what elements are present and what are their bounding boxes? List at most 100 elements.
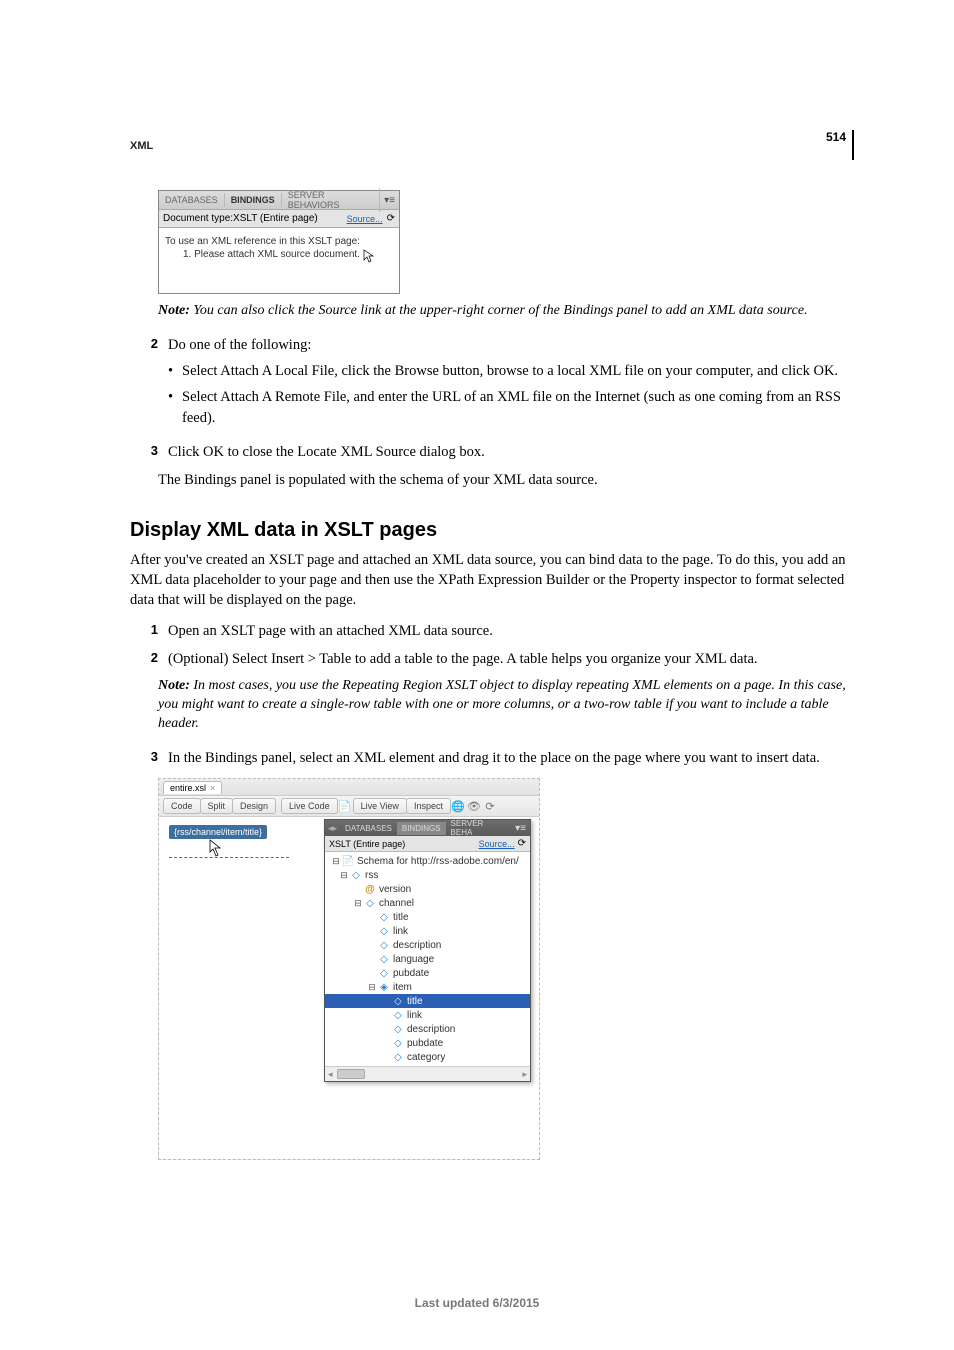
- doc-type-label: Document type:XSLT (Entire page): [163, 213, 318, 224]
- live-view-button[interactable]: Live View: [353, 798, 407, 814]
- step-text: (Optional) Select Insert > Table to add …: [168, 649, 854, 669]
- tab-server-behaviors[interactable]: SERVER BEHA: [446, 817, 512, 839]
- source-link[interactable]: Source...: [479, 839, 515, 849]
- step-number: 2: [130, 649, 168, 669]
- note-label: Note:: [158, 678, 190, 693]
- element-icon: ◇: [349, 870, 363, 881]
- tree-node[interactable]: description: [405, 1024, 455, 1035]
- element-icon: ◇: [377, 954, 391, 965]
- tree-node[interactable]: version: [377, 884, 411, 895]
- refresh-icon[interactable]: ⟳: [482, 799, 498, 813]
- schema-file-icon: 📄: [341, 856, 355, 867]
- doc-type-label: XSLT (Entire page): [329, 839, 405, 849]
- note-text: In most cases, you use the Repeating Reg…: [158, 678, 846, 731]
- tree-collapse-icon[interactable]: ⊟: [331, 856, 341, 867]
- tree-node[interactable]: rss: [363, 870, 378, 881]
- element-icon: ◇: [391, 1010, 405, 1021]
- page-number: 514: [826, 130, 854, 160]
- element-icon: ◇: [391, 996, 405, 1007]
- panel-menu-icon[interactable]: ▾≡: [511, 823, 530, 834]
- tree-node[interactable]: link: [391, 926, 408, 937]
- schema-root-label: Schema for http://rss-adobe.com/en/: [355, 856, 519, 867]
- panel-collapse-icon[interactable]: ◂▸: [325, 823, 340, 834]
- live-code-icon[interactable]: 📄: [337, 799, 353, 813]
- scroll-right-icon[interactable]: ▸: [522, 1069, 527, 1080]
- step-followup: The Bindings panel is populated with the…: [158, 470, 854, 490]
- step-number: 3: [130, 748, 168, 768]
- tab-bindings[interactable]: BINDINGS: [397, 822, 446, 835]
- step-text: Do one of the following:: [168, 337, 311, 353]
- tree-node[interactable]: pubdate: [405, 1038, 443, 1049]
- close-icon[interactable]: ×: [210, 783, 215, 793]
- horizontal-scrollbar[interactable]: ◂ ▸: [325, 1066, 530, 1081]
- editor-with-bindings: entire.xsl × Code Split Design Live Code…: [158, 778, 540, 1160]
- step-text: Open an XSLT page with an attached XML d…: [168, 621, 854, 641]
- tree-node[interactable]: title: [391, 912, 409, 923]
- scroll-thumb[interactable]: [337, 1069, 365, 1079]
- instruction-line-1: To use an XML reference in this XSLT pag…: [165, 236, 393, 247]
- chapter-label: XML: [130, 140, 153, 152]
- tab-server-behaviors[interactable]: SERVER BEHAVIORS: [282, 188, 380, 212]
- bindings-panel-small: DATABASES BINDINGS SERVER BEHAVIORS ▾≡ D…: [158, 190, 400, 294]
- cursor-icon: [363, 249, 375, 263]
- design-canvas[interactable]: {rss/channel/item/title} ◂▸ DATABASES BI…: [159, 817, 539, 1159]
- step-text: In the Bindings panel, select an XML ele…: [168, 748, 854, 768]
- file-tab[interactable]: entire.xsl ×: [163, 781, 222, 794]
- scroll-left-icon[interactable]: ◂: [328, 1069, 333, 1080]
- element-icon: ◇: [377, 968, 391, 979]
- view-code-button[interactable]: Code: [163, 798, 201, 814]
- refresh-icon[interactable]: ⟳: [518, 838, 526, 849]
- repeating-element-icon: ◈: [377, 982, 391, 993]
- source-link[interactable]: Source...: [347, 214, 383, 224]
- tree-collapse-icon[interactable]: ⊟: [353, 898, 363, 909]
- refresh-icon[interactable]: ⟳: [387, 213, 395, 224]
- tree-node[interactable]: category: [405, 1052, 445, 1063]
- tab-bindings[interactable]: BINDINGS: [225, 193, 282, 207]
- tab-databases[interactable]: DATABASES: [159, 193, 225, 207]
- tree-node[interactable]: link: [405, 1010, 422, 1021]
- step-text: Click OK to close the Locate XML Source …: [168, 442, 854, 462]
- element-icon: ◇: [391, 1038, 405, 1049]
- guide-line: [169, 857, 289, 859]
- tree-node[interactable]: pubdate: [391, 968, 429, 979]
- tree-node[interactable]: description: [391, 940, 441, 951]
- tree-node-selected[interactable]: ◇title: [325, 994, 530, 1008]
- panel-menu-icon[interactable]: ▾≡: [380, 195, 399, 206]
- bullet-item: Select Attach A Remote File, and enter t…: [168, 387, 854, 428]
- element-icon: ◇: [363, 898, 377, 909]
- section-heading: Display XML data in XSLT pages: [130, 519, 854, 542]
- element-icon: ◇: [377, 940, 391, 951]
- tree-node[interactable]: language: [391, 954, 434, 965]
- view-design-button[interactable]: Design: [232, 798, 276, 814]
- tree-collapse-icon[interactable]: ⊟: [367, 982, 377, 993]
- bindings-panel: ◂▸ DATABASES BINDINGS SERVER BEHA ▾≡ XSL…: [324, 819, 531, 1082]
- tree-node[interactable]: channel: [377, 898, 414, 909]
- step-number: 2: [130, 335, 168, 434]
- file-tab-label: entire.xsl: [170, 783, 206, 793]
- xml-placeholder-chip[interactable]: {rss/channel/item/title}: [169, 825, 267, 839]
- globe-icon[interactable]: 🌐: [450, 799, 466, 813]
- view-split-button[interactable]: Split: [200, 798, 234, 814]
- tree-node[interactable]: author: [405, 1066, 435, 1067]
- preview-icon[interactable]: 👁: [466, 799, 482, 813]
- step-number: 3: [130, 442, 168, 462]
- attribute-icon: @: [363, 884, 377, 895]
- element-icon: ◇: [377, 926, 391, 937]
- bullet-item: Select Attach A Local File, click the Br…: [168, 361, 854, 381]
- live-code-button[interactable]: Live Code: [281, 798, 338, 814]
- tree-node[interactable]: item: [391, 982, 412, 993]
- step-number: 1: [130, 621, 168, 641]
- section-paragraph: After you've created an XSLT page and at…: [130, 550, 854, 611]
- tab-databases[interactable]: DATABASES: [340, 822, 397, 835]
- inspect-button[interactable]: Inspect: [406, 798, 451, 814]
- note-label: Note:: [158, 303, 190, 318]
- page-footer: Last updated 6/3/2015: [0, 1296, 954, 1310]
- note-text: You can also click the Source link at th…: [190, 303, 808, 318]
- element-icon: ◇: [391, 1024, 405, 1035]
- repeating-element-icon: ◈: [391, 1066, 405, 1067]
- element-icon: ◇: [391, 1052, 405, 1063]
- xml-schema-tree[interactable]: ⊟📄Schema for http://rss-adobe.com/en/ ⊟◇…: [325, 852, 530, 1066]
- tree-collapse-icon[interactable]: ⊟: [339, 870, 349, 881]
- instruction-line-2: 1. Please attach XML source document.: [183, 249, 360, 260]
- element-icon: ◇: [377, 912, 391, 923]
